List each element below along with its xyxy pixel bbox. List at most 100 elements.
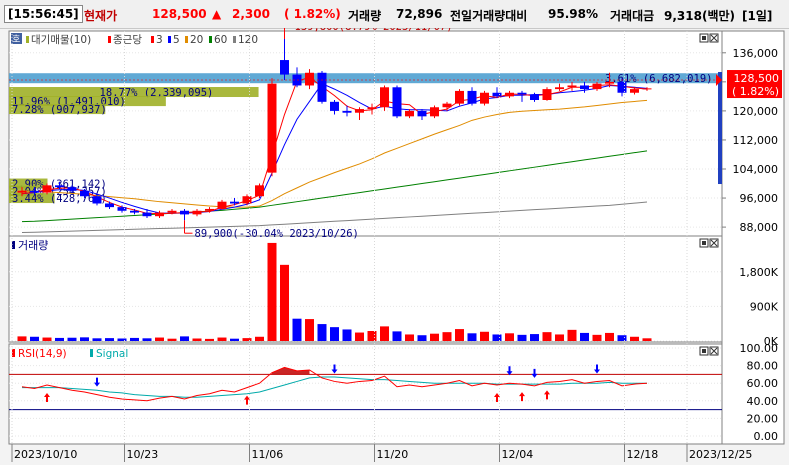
candle-body (630, 89, 639, 93)
volume-bar (17, 336, 27, 341)
price-tick-label: 96,000 (740, 192, 779, 205)
trade-value: 9,318(백만) (664, 9, 736, 23)
volume-bar (230, 338, 239, 341)
legend-label: 종근당 (113, 34, 142, 46)
volume-bar (180, 336, 189, 341)
candle-body (367, 107, 377, 110)
candle-body (430, 107, 439, 117)
candle-body (180, 210, 189, 215)
volume-bar (455, 329, 464, 341)
panel-tag-label: 호 (12, 34, 20, 45)
candle-body (330, 101, 339, 111)
volume-bar (305, 319, 314, 341)
volume-bar (417, 335, 427, 341)
rsi-tick-label: 60.00 (747, 377, 779, 390)
candle-body (192, 210, 202, 215)
candle-body (305, 72, 314, 86)
candle-body (142, 212, 152, 217)
candle-body (167, 210, 177, 213)
x-tick-label: 11/06 (252, 448, 284, 461)
x-tick-label: 12/04 (502, 448, 534, 461)
candle-body (280, 60, 289, 75)
volume-bar (642, 338, 652, 341)
volume-bar (492, 334, 502, 341)
candle-body (30, 190, 39, 193)
candle-body (255, 185, 264, 197)
candle-body (117, 207, 127, 211)
period-selector[interactable]: [1일] (742, 7, 772, 24)
candle-body (517, 92, 527, 95)
volume-bar (567, 329, 577, 341)
candle-body (155, 212, 164, 217)
volume-bar (130, 337, 139, 341)
legend-label: 20 (190, 34, 203, 46)
volume-bar (192, 338, 202, 341)
quote-bar: [15:56:45] 현재가 128,500 ▲ 2,300 ( 1.82%) … (0, 0, 789, 29)
candle-body (467, 90, 477, 104)
x-tick-label: 2023/10/10 (14, 448, 77, 461)
candle-body (505, 92, 514, 97)
volume-bar (505, 333, 514, 341)
volume-bar (117, 338, 127, 341)
volume-bar (67, 337, 77, 341)
candle-body (417, 110, 427, 117)
volume-bar (267, 242, 277, 341)
volume-bar (342, 329, 352, 341)
volume-bar (55, 337, 64, 341)
stock-chart: 136,000128,000120,000112,000104,00096,00… (8, 28, 785, 462)
volume-bar (330, 327, 339, 341)
price-change: 2,300 (232, 7, 270, 21)
candle-body (455, 90, 464, 104)
candle-body (442, 103, 452, 108)
candle-body (92, 196, 102, 204)
volume-bar (580, 332, 589, 341)
candle-body (567, 85, 577, 88)
price-tick-label: 104,000 (733, 163, 779, 176)
trade-value-label: 거래대금 (610, 9, 655, 23)
candle-body (580, 85, 589, 90)
volume-tick-label: 900K (750, 300, 779, 313)
price-tick-label: 112,000 (733, 134, 779, 147)
candle-body (230, 201, 239, 204)
candle-body (392, 87, 402, 117)
volume-bar (605, 332, 614, 341)
volume-bar (617, 335, 627, 341)
volume-bar (280, 264, 289, 341)
candle-body (242, 196, 252, 204)
price-tick-label: 88,000 (740, 221, 779, 234)
volume-bar (242, 338, 252, 341)
current-price-pct: ( 1.82%) (732, 85, 779, 98)
volume-bar (480, 331, 489, 341)
candle-body (342, 110, 352, 113)
volume-tick-label: 1,800K (739, 266, 778, 279)
candle-body (317, 72, 327, 102)
candle-body (592, 83, 602, 90)
legend-swatch (185, 36, 188, 43)
x-tick-label: 2023/12/25 (689, 448, 752, 461)
volume-bar (355, 332, 364, 341)
rsi-tick-label: 0.00 (754, 430, 779, 443)
volume-bar (92, 338, 102, 341)
candle-body (17, 190, 27, 193)
volume-bar (155, 337, 164, 341)
price-tick-label: 120,000 (733, 105, 779, 118)
volume-bar (542, 332, 552, 341)
candle-body (67, 187, 77, 191)
volume-value: 72,896 (396, 7, 443, 21)
candle-body (205, 208, 214, 211)
volume-bar (517, 334, 527, 341)
volume-bar (205, 338, 214, 341)
volume-bar (292, 318, 302, 341)
candle-body (642, 88, 652, 90)
volume-bar (380, 326, 389, 341)
candle-body (617, 81, 627, 93)
legend-swatch (209, 36, 212, 43)
volume-bar (255, 336, 264, 341)
legend-swatch (108, 36, 111, 43)
low-annotation: 89,900(-30.04% 2023/10/26) (195, 228, 359, 240)
x-tick-label: 10/23 (127, 448, 159, 461)
current-price-bar (718, 72, 722, 185)
volume-bar (630, 336, 639, 341)
candle-body (130, 210, 139, 213)
legend-label: 60 (214, 34, 227, 46)
